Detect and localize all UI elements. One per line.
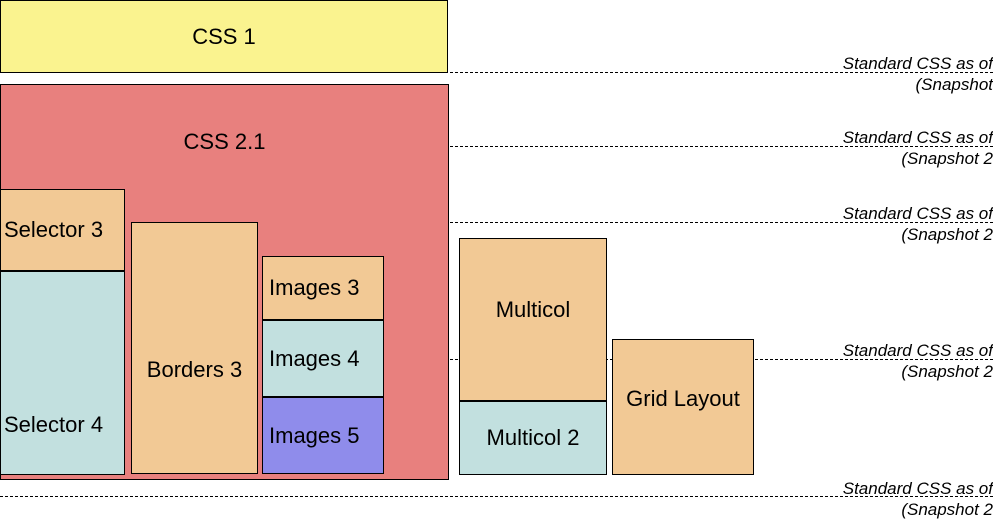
block-multicol-label: Multicol	[496, 297, 571, 323]
block-images5: Images 5	[262, 397, 384, 474]
block-gridlayout: Grid Layout	[612, 339, 754, 475]
block-selector4-label: Selector 4	[4, 412, 103, 438]
note-snapshot-1: Standard CSS as of (Snapshot	[843, 53, 993, 96]
note-3-line2: (Snapshot 2	[843, 224, 993, 245]
note-5-line2: (Snapshot 2	[843, 499, 993, 520]
note-1-line2: (Snapshot	[843, 74, 993, 95]
block-selector4: Selector 4	[0, 271, 125, 475]
note-5-line1: Standard CSS as of	[843, 479, 993, 498]
block-css1-label: CSS 1	[192, 24, 256, 50]
block-images5-label: Images 5	[269, 423, 360, 449]
block-css1: CSS 1	[0, 0, 448, 73]
block-borders3-label: Borders 3	[147, 357, 242, 383]
block-images3: Images 3	[262, 256, 384, 320]
block-multicol: Multicol	[459, 238, 607, 401]
note-1-line1: Standard CSS as of	[843, 54, 993, 73]
note-2-line1: Standard CSS as of	[843, 128, 993, 147]
block-selector3: Selector 3	[0, 189, 125, 271]
block-css21-label: CSS 2.1	[184, 129, 266, 155]
block-multicol2-label: Multicol 2	[487, 425, 580, 451]
block-gridlayout-label: Grid Layout	[626, 386, 740, 412]
note-4-line2: (Snapshot 2	[843, 361, 993, 382]
block-selector3-label: Selector 3	[4, 217, 103, 243]
block-borders3: Borders 3	[131, 222, 258, 474]
note-snapshot-5: Standard CSS as of (Snapshot 2	[843, 478, 993, 521]
block-images4: Images 4	[262, 320, 384, 397]
note-snapshot-2: Standard CSS as of (Snapshot 2	[843, 127, 993, 170]
note-3-line1: Standard CSS as of	[843, 204, 993, 223]
note-4-line1: Standard CSS as of	[843, 341, 993, 360]
note-snapshot-4: Standard CSS as of (Snapshot 2	[843, 340, 993, 383]
note-2-line2: (Snapshot 2	[843, 148, 993, 169]
block-images3-label: Images 3	[269, 275, 360, 301]
block-images4-label: Images 4	[269, 346, 360, 372]
note-snapshot-3: Standard CSS as of (Snapshot 2	[843, 203, 993, 246]
block-multicol2: Multicol 2	[459, 401, 607, 475]
